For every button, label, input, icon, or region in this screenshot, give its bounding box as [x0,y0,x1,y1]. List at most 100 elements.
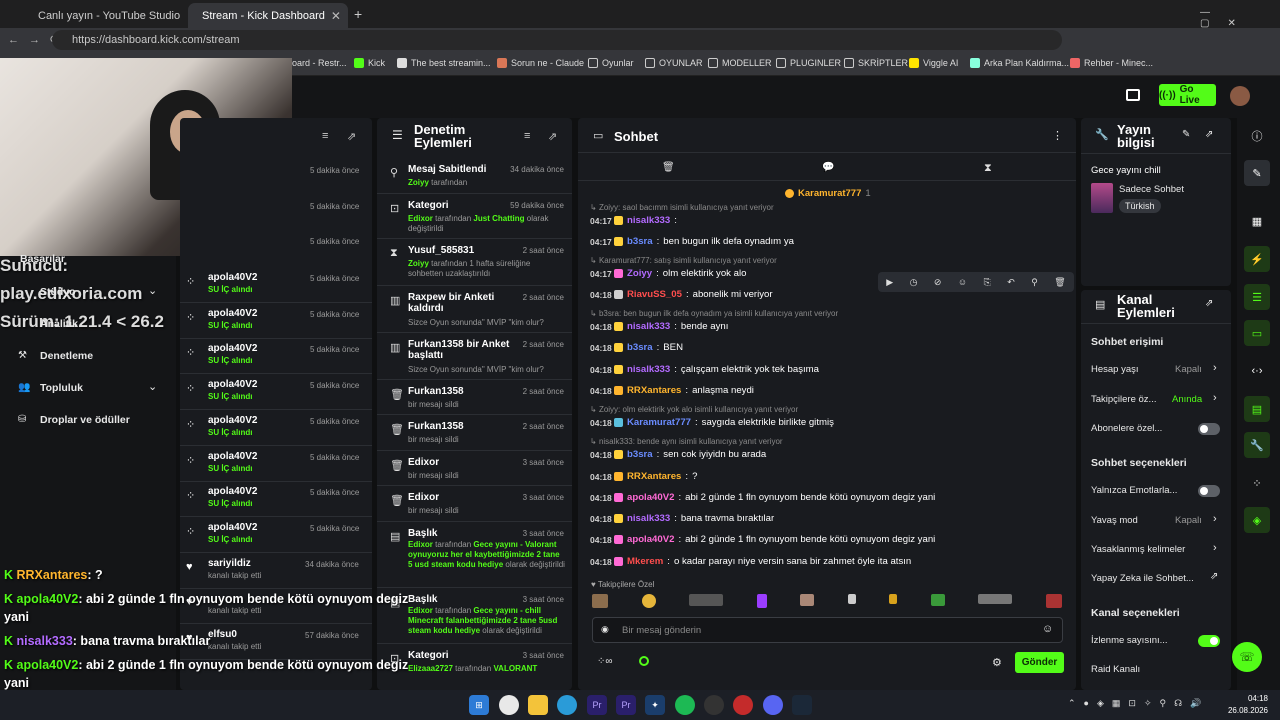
app-icon[interactable]: ✦ [645,695,665,715]
emote-icon[interactable] [847,594,856,604]
chevron-right-icon[interactable]: › [1213,392,1217,404]
chat-message[interactable]: 04:18 Karamurat777: saygıda elektrikle bir… [590,417,1070,428]
trash-icon[interactable]: 🗑 [662,162,675,173]
popout-icon[interactable]: ⇗ [1205,298,1213,309]
emote-icon[interactable] [978,594,1013,604]
bookmark-item[interactable]: SKRİPTLER [844,58,908,68]
emote-icon[interactable] [1045,594,1062,608]
slow-mode-setting[interactable]: Yavaş mod [1091,515,1138,526]
bookmark-item[interactable]: OYUNLAR [645,58,703,68]
start-icon[interactable]: ⊞ [469,695,489,715]
premiere-icon[interactable]: Pr [616,695,636,715]
window-controls[interactable]: —▢✕ [1200,7,1280,29]
folder-icon[interactable] [528,695,548,715]
chat-message[interactable]: 04:18 nisalk333: bende aynı [590,321,1070,332]
edit-icon[interactable]: ✎ [1244,160,1270,186]
chevron-down-icon[interactable]: ⌄ [148,284,157,297]
nav-item-analytics[interactable]: Analitik [40,318,78,330]
kick-logo-icon[interactable] [1126,89,1140,101]
hide-icon[interactable]: ⊘ [934,277,942,288]
chrome-icon[interactable] [499,695,519,715]
bookmark-item[interactable]: Oyunlar [588,58,634,68]
subscribers-toggle[interactable] [1198,423,1220,435]
chat-message[interactable]: 04:17 b3sra: ben bugun ilk defa oynadım ya [590,236,1070,247]
chat-message[interactable]: 04:18 nisalk333: bana travma bıraktılar [590,513,1070,524]
emote-only-toggle[interactable] [1198,485,1220,497]
pinned-user[interactable]: Karamurat777 1 [785,188,871,199]
discord-icon[interactable] [763,695,783,715]
bookmark-item[interactable]: Arka Plan Kaldırma... [970,58,1069,68]
send-button[interactable]: Gönder [1015,652,1064,673]
emote-icon[interactable] [756,594,767,608]
layout-icon[interactable]: ▦ [1244,208,1270,234]
chat-username[interactable]: nisalk333 [627,215,670,226]
gear-icon[interactable]: ⚙ [992,656,1002,669]
filter-icon[interactable]: ≡ [322,130,328,142]
account-age-setting[interactable]: Hesap yaşı [1091,364,1139,375]
chevron-down-icon[interactable]: ⌄ [148,380,157,393]
bookmark-item[interactable]: Kick [354,58,385,68]
bookmark-item[interactable]: Viggle AI [909,58,958,68]
external-link-icon[interactable]: ⇗ [1210,571,1218,582]
chat-dots-icon[interactable]: 💬 [822,162,834,173]
emote-icon[interactable] [592,594,608,608]
kick-coin-icon[interactable] [639,656,649,666]
hourglass-icon[interactable]: ⧗ [984,162,992,175]
chat-message[interactable]: 04:18 RRXantares: anlaşma neydi [590,385,1070,396]
nav-item-moderation[interactable]: Denetleme [40,350,93,362]
raid-channel-setting[interactable]: Raid Kanalı [1091,664,1140,675]
bookmark-item[interactable]: MODELLER [708,58,772,68]
chat-icon[interactable]: ▭ [1244,320,1270,346]
chat-username[interactable]: RiavuSS_05 [627,289,682,300]
go-live-button[interactable]: ((·)) Go Live [1159,84,1216,106]
trash-icon[interactable]: 🗑 [1054,277,1065,288]
wrench-icon[interactable]: 🔧 [1244,432,1270,458]
bookmark-item[interactable]: PLUGINLER [776,58,841,68]
tray-icons[interactable]: ⌃●◈▦⊡✧⚲☊🔊 [1068,698,1209,709]
clock-icon[interactable]: ◷ [910,277,918,288]
url-field[interactable]: https://dashboard.kick.com/stream [52,30,1062,50]
nav-item-achievements[interactable]: Başarılar [20,253,65,265]
obs-icon[interactable] [733,695,753,715]
tab-kick-dashboard[interactable]: Stream - Kick Dashboard ✕ [188,3,348,28]
nav-item-community[interactable]: Topluluk [40,382,83,394]
new-tab-icon[interactable]: + [354,6,362,22]
support-icon[interactable]: ☏ [1232,642,1262,672]
avatar[interactable] [1230,86,1250,106]
popout-icon[interactable]: ⇗ [1205,129,1213,140]
gift-icon[interactable]: ◈ [1244,507,1270,533]
list-icon[interactable]: ☰ [1244,284,1270,310]
chat-message[interactable]: 04:18 Mkerem: o kadar parayı niye versin s… [590,556,1070,567]
chat-message[interactable]: 04:18 b3sra: BEN [590,342,1070,353]
emote-icon[interactable] [800,594,815,606]
chat-message[interactable]: 04:18 apola40V2: abi 2 günde 1 fln oynuyom… [590,534,1070,545]
bookmark-item[interactable]: oard - Restr... [292,58,347,68]
chat-username[interactable]: nisalk333 [627,364,670,375]
chevron-right-icon[interactable]: › [1213,542,1217,554]
ai-chat-setting[interactable]: Yapay Zeka ile Sohbet... [1091,573,1194,584]
emote-icon[interactable] [930,594,945,606]
chat-username[interactable]: Karamurat777 [627,417,691,428]
bookmark-item[interactable]: The best streamin... [397,58,491,68]
chat-username[interactable]: Mkerem [627,556,663,567]
clock-time[interactable]: 04:18 [1236,694,1268,703]
chat-message[interactable]: 04:18 b3sra: sen cok iyiyidn bu arada [590,449,1070,460]
users-icon[interactable]: ⁘ [1244,470,1270,496]
tab-youtube-studio[interactable]: Canlı yayın - YouTube Studio ✕ [24,3,184,28]
nav-item-drops[interactable]: Droplar ve ödüller [40,414,130,426]
users-icon[interactable]: ⁘∞ [597,656,613,667]
bookmark-item[interactable]: Sorun ne - Claude [497,58,584,68]
edit-icon[interactable]: ✎ [1182,129,1190,140]
emote-icon[interactable] [889,594,898,604]
chevron-right-icon[interactable]: › [1213,362,1217,374]
channel-icon[interactable]: ▤ [1244,396,1270,422]
steam-icon[interactable] [704,695,724,715]
chat-username[interactable]: Zoiyy [627,268,652,279]
emote-icon[interactable] [641,594,656,608]
lightning-icon[interactable]: ⚡ [1244,246,1270,272]
popout-icon[interactable]: ⇗ [548,130,557,143]
code-icon[interactable]: ‹·› [1244,358,1270,384]
emote-icon[interactable] [689,594,724,606]
chat-username[interactable]: b3sra [627,449,653,460]
chat-message[interactable]: 04:18 apola40V2: abi 2 günde 1 fln oynuyom… [590,492,1070,503]
